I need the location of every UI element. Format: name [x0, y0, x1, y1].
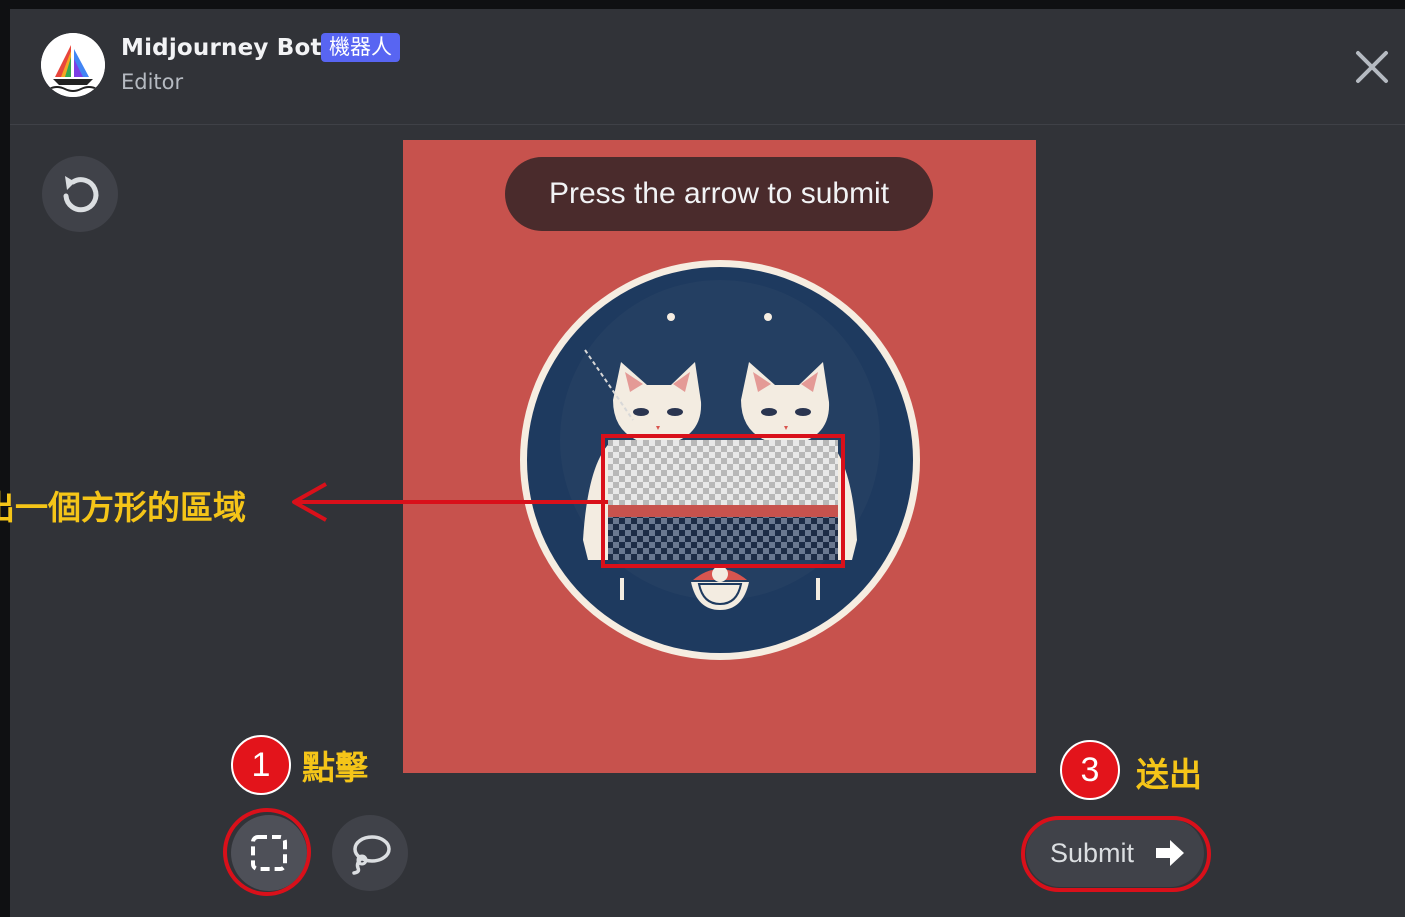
sailboat-logo-icon	[41, 33, 105, 97]
editor-subtitle: Editor	[121, 70, 184, 94]
close-button[interactable]	[1352, 47, 1392, 87]
rotate-ccw-icon	[63, 176, 99, 213]
step-2-arrow	[292, 482, 608, 522]
step-1-marker: 1	[231, 735, 291, 795]
step-3-marker: 3	[1060, 740, 1120, 800]
modal-header: Midjourney Bot 機器人 Editor	[10, 9, 1405, 125]
rect-tool-highlight-ring	[223, 808, 311, 896]
lasso-select-button[interactable]	[332, 815, 408, 891]
submit-hint-tooltip: Press the arrow to submit	[505, 157, 933, 231]
reset-button[interactable]	[42, 156, 118, 232]
bot-badge: 機器人	[321, 33, 400, 62]
step-1-label: 點擊	[302, 748, 368, 787]
step-3-label: 送出	[1136, 755, 1202, 794]
step-2-label: 出一個方形的區域	[0, 488, 246, 527]
bot-name: Midjourney Bot	[121, 35, 322, 61]
lasso-icon	[352, 835, 391, 875]
close-icon	[1356, 51, 1388, 83]
selection-highlight-box	[601, 434, 845, 568]
bot-avatar	[41, 33, 105, 97]
submit-highlight-ring	[1021, 816, 1211, 892]
